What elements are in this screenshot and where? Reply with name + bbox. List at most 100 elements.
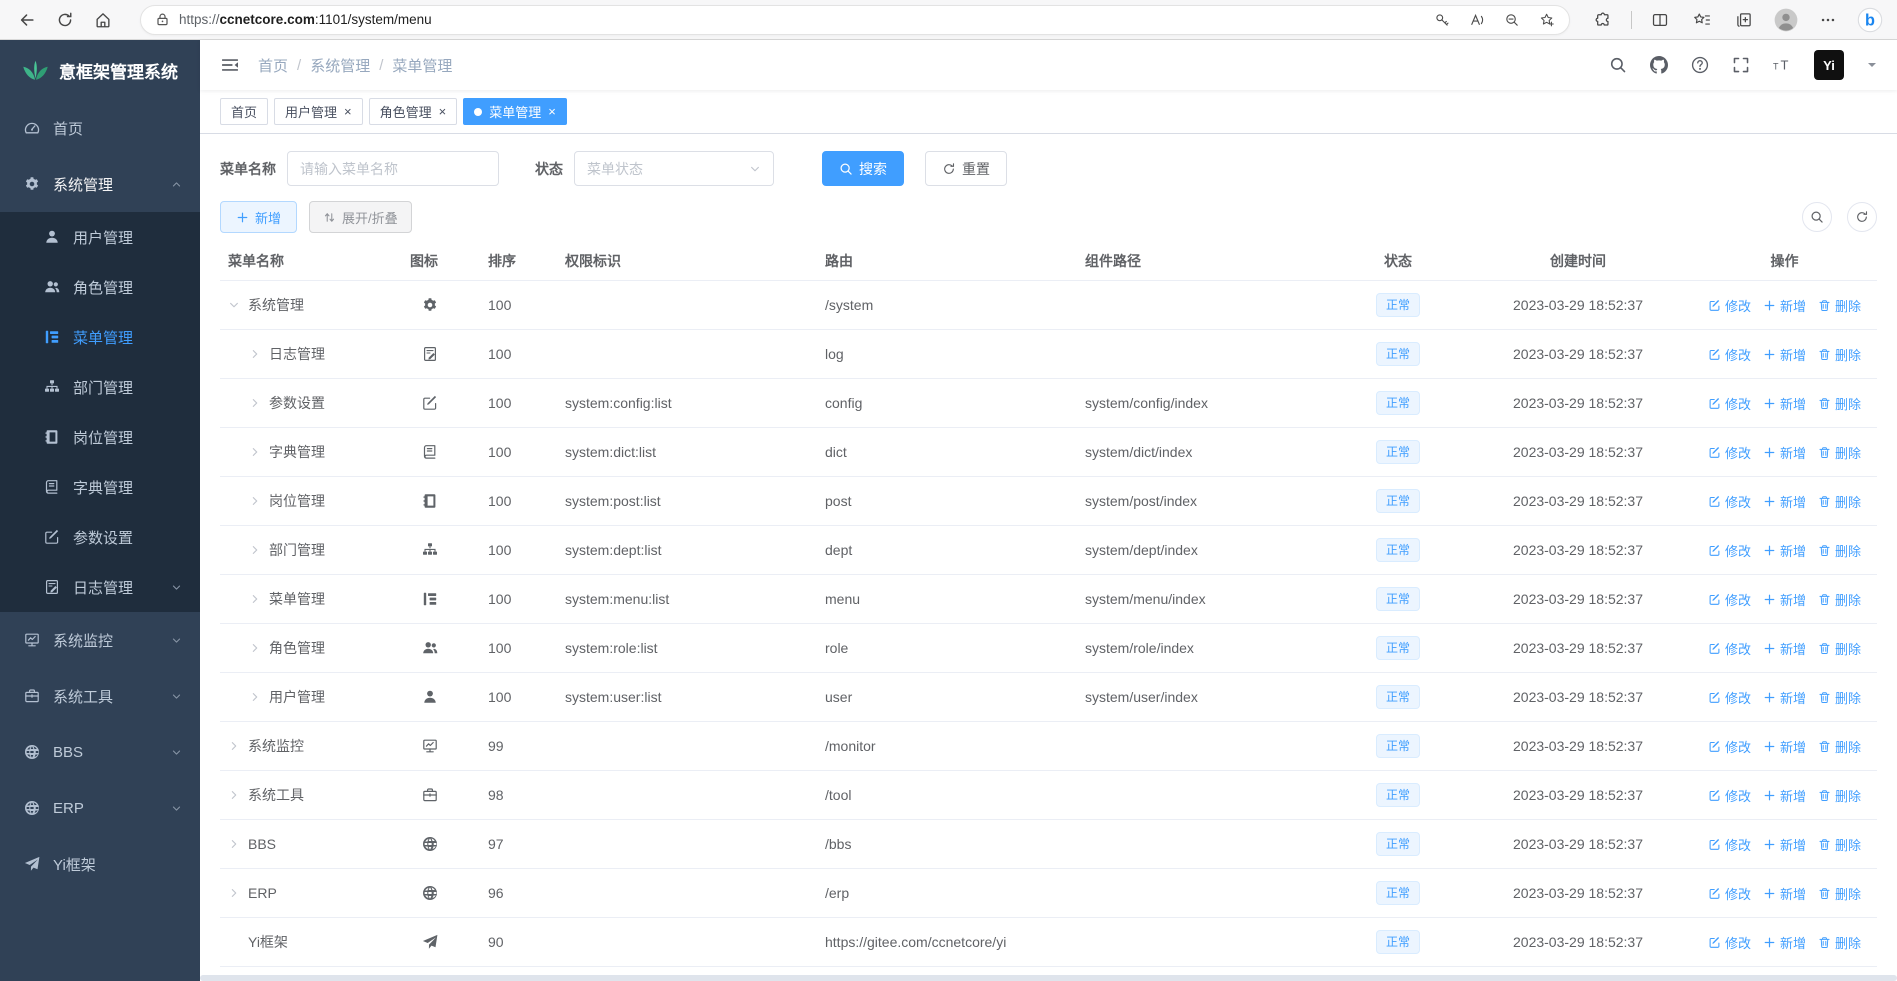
breadcrumb-item[interactable]: 首页: [258, 55, 288, 76]
reload-icon[interactable]: [46, 4, 84, 36]
add-row-button[interactable]: 新增: [1763, 786, 1806, 805]
expand-row-icon[interactable]: [249, 495, 262, 507]
sidebar-item-erp[interactable]: ERP: [0, 780, 200, 836]
edit-row-button[interactable]: 修改: [1708, 639, 1751, 658]
delete-row-button[interactable]: 删除: [1818, 688, 1861, 707]
sidebar-item-home[interactable]: 首页: [0, 100, 200, 156]
edit-row-button[interactable]: 修改: [1708, 590, 1751, 609]
delete-row-button[interactable]: 删除: [1818, 443, 1861, 462]
sidebar-item-role[interactable]: 角色管理: [0, 262, 200, 312]
add-row-button[interactable]: 新增: [1763, 835, 1806, 854]
zoom-out-icon[interactable]: [1504, 12, 1520, 28]
sidebar-item-user[interactable]: 用户管理: [0, 212, 200, 262]
collections-icon[interactable]: [1725, 4, 1763, 36]
expand-row-icon[interactable]: [249, 691, 262, 703]
tab-菜单管理[interactable]: 菜单管理 ×: [463, 98, 567, 125]
close-tab-icon[interactable]: ×: [439, 105, 447, 118]
back-icon[interactable]: [8, 4, 46, 36]
add-row-button[interactable]: 新增: [1763, 443, 1806, 462]
delete-row-button[interactable]: 删除: [1818, 590, 1861, 609]
add-row-button[interactable]: 新增: [1763, 345, 1806, 364]
close-tab-icon[interactable]: ×: [344, 105, 352, 118]
help-icon[interactable]: [1691, 56, 1709, 74]
favorites-icon[interactable]: [1683, 4, 1721, 36]
add-row-button[interactable]: 新增: [1763, 492, 1806, 511]
delete-row-button[interactable]: 删除: [1818, 835, 1861, 854]
address-bar[interactable]: https://ccnetcore.com:1101/system/menu: [140, 4, 1570, 35]
expand-row-icon[interactable]: [228, 887, 241, 899]
fullscreen-icon[interactable]: [1732, 56, 1750, 74]
font-size-icon[interactable]: TT: [1773, 56, 1791, 74]
expand-row-icon[interactable]: [228, 838, 241, 850]
expand-row-icon[interactable]: [249, 397, 262, 409]
delete-row-button[interactable]: 删除: [1818, 933, 1861, 952]
edit-row-button[interactable]: 修改: [1708, 737, 1751, 756]
sidebar-item-post[interactable]: 岗位管理: [0, 412, 200, 462]
sidebar-item-bbs[interactable]: BBS: [0, 724, 200, 780]
reset-button[interactable]: 重置: [925, 151, 1007, 186]
show-search-button[interactable]: [1802, 202, 1832, 232]
sidebar-item-tool[interactable]: 系统工具: [0, 668, 200, 724]
edit-row-button[interactable]: 修改: [1708, 541, 1751, 560]
expand-row-icon[interactable]: [249, 593, 262, 605]
add-row-button[interactable]: 新增: [1763, 933, 1806, 952]
edit-row-button[interactable]: 修改: [1708, 492, 1751, 511]
edit-row-button[interactable]: 修改: [1708, 688, 1751, 707]
collapse-sidebar-icon[interactable]: [220, 55, 240, 75]
expand-row-icon[interactable]: [249, 446, 262, 458]
add-row-button[interactable]: 新增: [1763, 639, 1806, 658]
edit-row-button[interactable]: 修改: [1708, 394, 1751, 413]
edit-row-button[interactable]: 修改: [1708, 345, 1751, 364]
menu-name-input[interactable]: [287, 151, 499, 186]
add-row-button[interactable]: 新增: [1763, 394, 1806, 413]
profile-avatar[interactable]: [1767, 4, 1805, 36]
expand-row-icon[interactable]: [249, 544, 262, 556]
sidebar-item-config[interactable]: 参数设置: [0, 512, 200, 562]
delete-row-button[interactable]: 删除: [1818, 639, 1861, 658]
add-row-button[interactable]: 新增: [1763, 737, 1806, 756]
edit-row-button[interactable]: 修改: [1708, 933, 1751, 952]
expand-collapse-button[interactable]: 展开/折叠: [309, 201, 412, 233]
delete-row-button[interactable]: 删除: [1818, 345, 1861, 364]
collapse-row-icon[interactable]: [228, 299, 241, 311]
split-screen-icon[interactable]: [1641, 4, 1679, 36]
settings-menu-icon[interactable]: [1809, 4, 1847, 36]
delete-row-button[interactable]: 删除: [1818, 737, 1861, 756]
delete-row-button[interactable]: 删除: [1818, 492, 1861, 511]
edit-row-button[interactable]: 修改: [1708, 296, 1751, 315]
add-row-button[interactable]: 新增: [1763, 884, 1806, 903]
sidebar-item-dict[interactable]: 字典管理: [0, 462, 200, 512]
extensions-icon[interactable]: [1584, 4, 1622, 36]
add-row-button[interactable]: 新增: [1763, 688, 1806, 707]
read-aloud-icon[interactable]: [1469, 12, 1485, 28]
status-select[interactable]: 菜单状态: [574, 151, 774, 186]
breadcrumb-item[interactable]: 系统管理: [310, 55, 370, 76]
avatar-caret-icon[interactable]: [1867, 60, 1877, 70]
expand-row-icon[interactable]: [228, 740, 241, 752]
add-favorite-star-icon[interactable]: [1539, 12, 1555, 28]
delete-row-button[interactable]: 删除: [1818, 296, 1861, 315]
search-button[interactable]: 搜索: [822, 151, 904, 186]
sidebar-item-menu[interactable]: 菜单管理: [0, 312, 200, 362]
sidebar-item-system[interactable]: 系统管理: [0, 156, 200, 212]
add-button[interactable]: 新增: [220, 201, 298, 233]
expand-row-icon[interactable]: [249, 642, 262, 654]
edit-row-button[interactable]: 修改: [1708, 884, 1751, 903]
password-key-icon[interactable]: [1434, 12, 1450, 28]
site-info-lock-icon[interactable]: [155, 12, 170, 27]
close-tab-icon[interactable]: ×: [548, 105, 556, 118]
edit-row-button[interactable]: 修改: [1708, 786, 1751, 805]
refresh-table-button[interactable]: [1847, 202, 1877, 232]
header-search-icon[interactable]: [1609, 56, 1627, 74]
add-row-button[interactable]: 新增: [1763, 541, 1806, 560]
expand-row-icon[interactable]: [249, 348, 262, 360]
github-icon[interactable]: [1650, 56, 1668, 74]
tab-首页[interactable]: 首页: [220, 98, 269, 125]
delete-row-button[interactable]: 删除: [1818, 394, 1861, 413]
add-row-button[interactable]: 新增: [1763, 590, 1806, 609]
edit-row-button[interactable]: 修改: [1708, 443, 1751, 462]
user-avatar[interactable]: Yi: [1814, 50, 1844, 80]
delete-row-button[interactable]: 删除: [1818, 884, 1861, 903]
horizontal-scrollbar[interactable]: [200, 975, 1897, 981]
sidebar-item-log[interactable]: 日志管理: [0, 562, 200, 612]
